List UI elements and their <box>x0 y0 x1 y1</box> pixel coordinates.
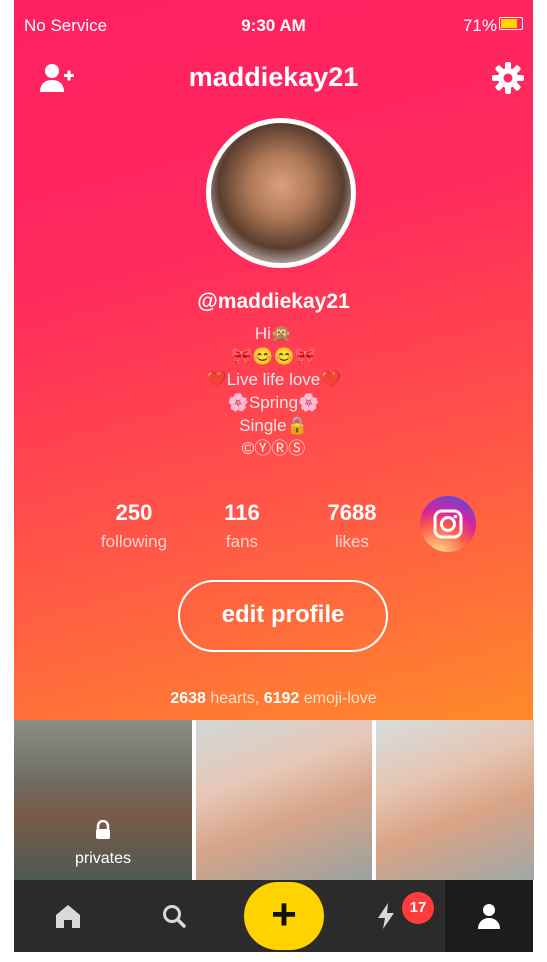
hearts-summary: 2638 hearts, 6192 emoji-love <box>0 690 547 708</box>
privates-label: privates <box>74 850 132 867</box>
hearts-label: hearts, <box>210 690 260 707</box>
video-thumbnail-privates[interactable]: privates <box>14 720 192 880</box>
bio-line: 🌸Spring🌸 <box>227 393 320 412</box>
emoji-love-label: emoji-love <box>303 690 377 707</box>
avatar[interactable] <box>206 118 356 268</box>
bio-line: Hi🙊 <box>254 324 293 343</box>
profile-handle: @maddiekay21 <box>197 290 350 313</box>
video-thumbnail[interactable] <box>376 720 534 880</box>
lock-icon <box>14 819 192 845</box>
battery-percent: 71% <box>462 16 497 35</box>
stat-likes[interactable]: 7688 likes <box>310 500 394 552</box>
tab-profile[interactable] <box>445 880 533 952</box>
activity-badge: 17 <box>402 892 434 924</box>
stat-label: following <box>100 532 168 551</box>
status-bar: No Service 9:30 AM 71% <box>24 10 523 40</box>
profile-bio: Hi🙊 🎀😊😊🎀 ❤️Live life love❤️ 🌸Spring🌸 Sin… <box>0 322 547 460</box>
video-thumbnail[interactable] <box>196 720 372 880</box>
stat-value: 250 <box>115 500 153 525</box>
bio-line: ❤️Live life love❤️ <box>205 370 342 389</box>
edit-profile-button[interactable]: edit profile <box>178 580 388 652</box>
bolt-icon <box>378 903 394 929</box>
person-icon <box>478 904 500 929</box>
bio-line: ©ⓎⓇⓈ <box>241 439 306 458</box>
profile-screen: No Service 9:30 AM 71% maddiekay21 @madd… <box>0 0 547 962</box>
status-time: 9:30 AM <box>241 16 306 35</box>
add-video-button[interactable]: + <box>244 882 324 950</box>
gear-icon[interactable] <box>490 60 530 100</box>
stat-following[interactable]: 250 following <box>86 500 182 552</box>
home-icon <box>56 905 80 928</box>
page-title: maddiekay21 <box>188 62 359 92</box>
bio-line: 🎀😊😊🎀 <box>231 347 316 366</box>
instagram-icon[interactable] <box>420 496 476 552</box>
stat-value: 7688 <box>327 500 377 525</box>
tab-home[interactable] <box>26 880 110 952</box>
tab-search[interactable] <box>132 880 216 952</box>
stat-value: 116 <box>224 500 260 525</box>
search-icon <box>163 905 186 928</box>
stat-label: fans <box>225 532 259 551</box>
tab-bar: + 17 <box>14 880 533 952</box>
bio-line: Single🔒 <box>239 416 308 435</box>
hearts-count: 2638 <box>170 690 206 707</box>
battery-icon <box>499 17 523 30</box>
video-grid: privates <box>14 720 534 880</box>
emoji-love-count: 6192 <box>263 690 300 707</box>
stat-fans[interactable]: 116 fans <box>204 500 280 552</box>
stat-label: likes <box>334 532 369 551</box>
